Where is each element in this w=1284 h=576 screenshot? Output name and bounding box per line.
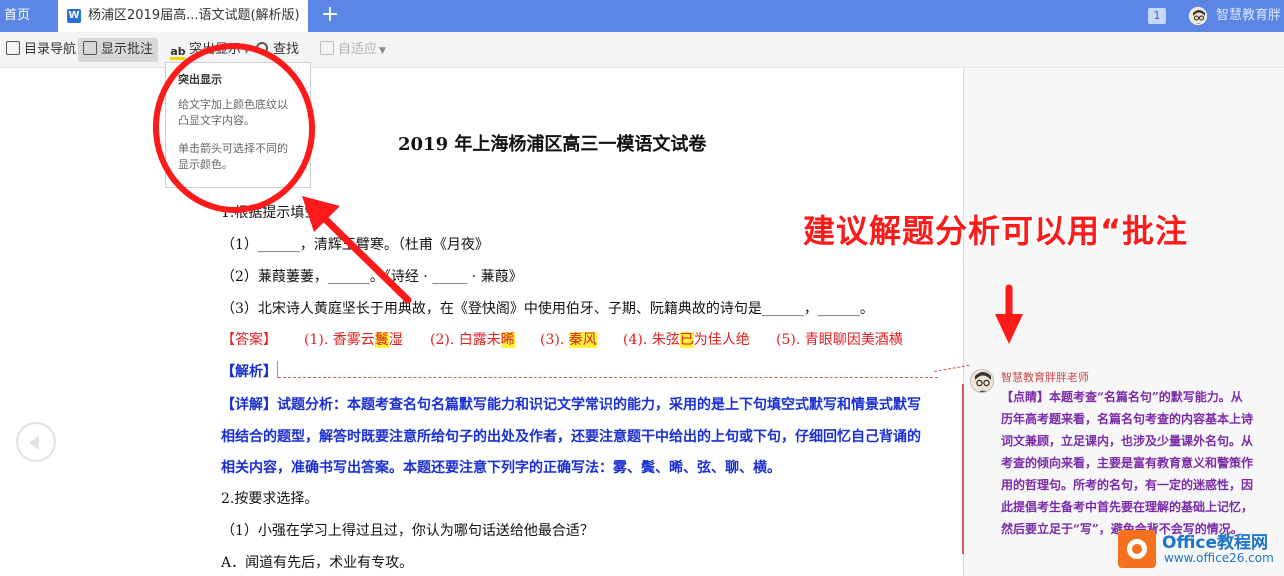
tooltip-text: 单击箭头可选择不同的 [178,142,288,155]
tab-document[interactable]: W 杨浦区2019届高...语文试题(解析版) [58,0,308,32]
new-tab-button[interactable]: + [318,0,342,32]
question-1-3: （3）北宋诗人黄庭坚长于用典故，在《登快阁》中使用伯牙、子期、阮籍典故的诗句是_… [221,301,874,317]
user-name[interactable]: 智慧教育胖 [1216,0,1281,32]
toc-nav-label: 目录导航 [24,42,77,57]
analysis-label: 【解析】 [221,364,277,380]
fit-label: 自适应 [338,42,378,57]
fit-button[interactable]: 自适应 ▼ [320,38,386,62]
highlight-icon: ab [170,45,186,60]
detail-line-1: 【详解】试题分析：本题考查名句名篇默写能力和识记文学常识的能力，采用的是上下句填… [221,397,921,413]
comment-marker-bar [962,384,964,554]
answer-4: (4). 朱弦已为佳人绝 [623,332,750,348]
comment-line: 词文兼顾，立足课内，也涉及少量课外名句。从 [1001,434,1254,448]
toc-nav-button[interactable]: 目录导航 [6,38,76,62]
answer-1: (1). 香雾云鬟湿 [304,332,403,348]
annotation-text: 建议解题分析可以用“批注 [803,212,1189,250]
avatar-face-icon [1190,8,1206,24]
watermark: Office教程网 www.office26.com [1118,526,1280,572]
show-comments-label: 显示批注 [101,42,154,57]
question-2-1: （1）小强在学习上得过且过，你认为哪句话送给他最合适？ [221,523,594,539]
highlight-tooltip: 突出显示 给文字加上颜色底纹以 凸显文字内容。 单击箭头可选择不同的 显示颜色。 [165,62,311,188]
tooltip-title: 突出显示 [178,73,222,86]
fit-page-icon [320,41,334,55]
comment-connector-line [278,377,938,378]
tab-document-label: 杨浦区2019届高...语文试题(解析版) [88,8,300,23]
chevron-down-icon[interactable]: ▼ [379,46,386,56]
chevron-down-icon[interactable]: ▼ [243,46,250,56]
office-logo-icon [1118,530,1156,568]
detail-line-3: 相关内容，准确书写出答案。本题还要注意下列字的正确写法：雾、鬓、晞、弦、聊、横。 [221,460,781,476]
comment-avatar [970,369,994,393]
watermark-brand: Office教程网 [1162,533,1269,553]
app-window: 首页 W 杨浦区2019届高...语文试题(解析版) + 1 智慧教育胖 目录导… [0,0,1284,576]
answer-2: (2). 白露未晞 [430,332,515,348]
tooltip-text: 显示颜色。 [178,158,233,171]
highlighted-text: 晞 [500,332,515,348]
comment-line: 历年高考题来看，名篇名句考查的内容基本上诗 [1001,412,1254,426]
highlight-button[interactable]: ab 突出显示 ▼ [170,38,250,62]
comment-line: 此提倡考生备考中首先要在理解的基础上记忆， [1001,500,1254,514]
comment-line: 【点睛】本题考查“名篇名句”的默写能力。从 [1001,390,1243,404]
question-1: 1.根据提示填空 [221,205,319,221]
prev-page-button[interactable] [16,422,56,462]
tooltip-text: 凸显文字内容。 [178,114,255,127]
answer-5: (5). 青眼聊因美酒横 [776,332,903,348]
tooltip-text: 给文字加上颜色底纹以 [178,98,288,111]
highlight-label: 突出显示 [189,42,242,57]
highlighted-text: 已 [679,332,694,348]
question-1-2: （2）蒹葭萋萋，______。《诗经 · _____ · 蒹葭》 [221,269,523,285]
text-cursor [277,361,278,378]
user-avatar[interactable] [1189,7,1207,25]
tab-home[interactable]: 首页 [0,0,56,32]
answer-3: (3). 秦风 [540,332,597,348]
highlighted-text: 秦风 [568,332,597,348]
toc-icon [6,41,20,55]
tab-bar: 首页 W 杨浦区2019届高...语文试题(解析版) + 1 智慧教育胖 [0,0,1284,32]
question-2-option-a: A．闻道有先后，术业有专攻。 [221,555,414,571]
comment-line: 用的哲理句。所考的名句，有一定的迷惑性，因 [1001,478,1254,492]
search-icon [256,42,268,54]
window-count-badge[interactable]: 1 [1148,8,1166,24]
question-2: 2.按要求选择。 [221,491,319,507]
find-button[interactable]: 查找 [256,38,299,62]
detail-line-2: 相结合的题型，解答时既要注意所给句子的出处及作者，还要注意题干中给出的上句或下句… [221,429,921,445]
comment-line: 考查的倾向来看，主要是富有教育意义和警策作 [1001,456,1254,470]
question-1-1: （1）______，清辉玉臂寒。（杜甫《月夜》 [221,237,489,253]
highlighted-text: 鬟 [374,332,389,348]
comments-icon [83,41,97,55]
find-label: 查找 [273,42,300,57]
document-title: 2019 年上海杨浦区高三一模语文试卷 [398,134,707,155]
comment-author: 智慧教育胖胖老师 [1001,371,1089,384]
watermark-url: www.office26.com [1164,551,1274,565]
word-doc-icon: W [67,9,81,23]
answer-label: 【答案】 [221,332,277,348]
show-comments-button[interactable]: 显示批注 [78,38,159,62]
